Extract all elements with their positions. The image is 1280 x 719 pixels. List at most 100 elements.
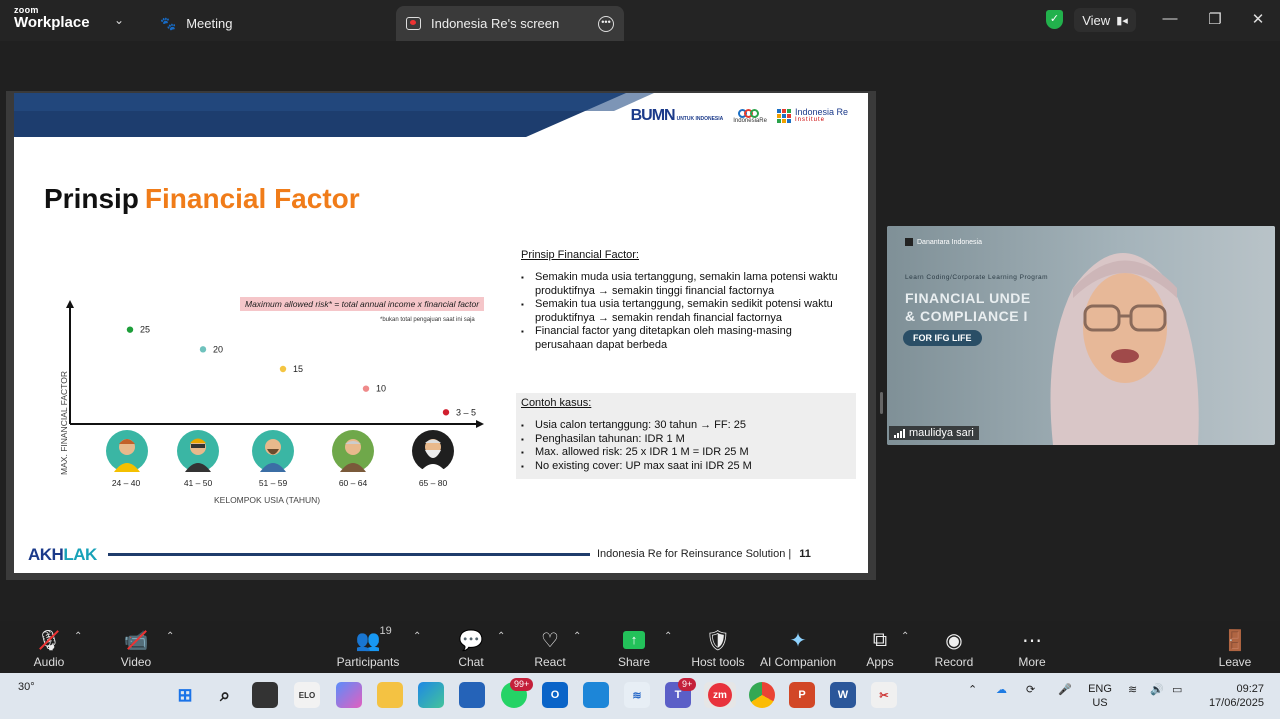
store-icon[interactable] bbox=[459, 682, 485, 708]
view-layout-icon: ▮◂ bbox=[1116, 14, 1128, 27]
wifi-icon[interactable]: ≋ bbox=[1128, 683, 1137, 696]
word-icon[interactable]: W bbox=[830, 682, 856, 708]
outlook-icon[interactable]: O bbox=[542, 682, 568, 708]
tab-shared-screen-label: Indonesia Re's screen bbox=[431, 16, 560, 31]
react-button[interactable]: ♡ React bbox=[505, 627, 595, 670]
age-label: 24 – 40 bbox=[111, 478, 141, 488]
background-title: & COMPLIANCE I bbox=[905, 308, 1028, 324]
contoh-kasus-box: Contoh kasus: Usia calon tertanggung: 30… bbox=[516, 393, 856, 479]
react-options-caret-icon[interactable]: ⌃ bbox=[573, 631, 581, 642]
chart-point bbox=[126, 326, 134, 333]
danantara-logo: Danantara Indonesia bbox=[905, 238, 982, 246]
sparkle-icon: ✦ bbox=[789, 629, 807, 652]
shield-icon: 🛡 bbox=[705, 629, 731, 652]
share-options-caret-icon[interactable]: ⌃ bbox=[664, 631, 672, 642]
security-shield-icon[interactable]: ✓ bbox=[1046, 10, 1063, 29]
chart-point-label: 3 – 5 bbox=[456, 407, 476, 417]
chevron-down-icon[interactable]: ⌄ bbox=[114, 13, 124, 27]
participant-video-tile[interactable]: Danantara Indonesia Learn Coding/Corpora… bbox=[887, 226, 1275, 445]
restore-icon[interactable]: ❐ bbox=[1205, 10, 1225, 28]
chart-point bbox=[199, 346, 207, 353]
share-screen-icon: ↑ bbox=[623, 627, 645, 653]
meeting-stage: BUMN UNTUK INDONESIA IndonesiaRe Indonesi… bbox=[0, 41, 1280, 621]
more-button[interactable]: ⋯ More bbox=[987, 627, 1077, 670]
resize-handle[interactable] bbox=[880, 392, 883, 414]
presentation-slide: BUMN UNTUK INDONESIA IndonesiaRe Indonesi… bbox=[14, 93, 868, 573]
elo-app-icon[interactable]: ELO bbox=[294, 682, 320, 708]
leave-icon: 🚪 bbox=[1222, 629, 1248, 652]
tab-shared-screen[interactable]: Indonesia Re's screen ••• bbox=[396, 6, 624, 41]
tab-meeting-label: Meeting bbox=[186, 16, 233, 31]
microphone-muted-icon: 🎙 bbox=[36, 627, 61, 653]
financial-factor-chart: 25 20 15 10 3 – 5 bbox=[66, 300, 484, 428]
signal-strength-icon bbox=[894, 428, 905, 438]
camera-off-icon: 📹 bbox=[124, 627, 149, 653]
audio-options-caret-icon[interactable]: ⌃ bbox=[74, 631, 82, 642]
age-label: 65 – 80 bbox=[418, 478, 448, 488]
prinsip-heading: Prinsip Financial Factor: bbox=[521, 249, 639, 261]
age-label: 51 – 59 bbox=[258, 478, 288, 488]
powerpoint-icon[interactable]: P bbox=[789, 682, 815, 708]
chart-point-label: 10 bbox=[376, 384, 386, 394]
shared-screen-frame: BUMN UNTUK INDONESIA IndonesiaRe Indonesi… bbox=[6, 91, 876, 580]
tray-overflow-icon[interactable]: ⌃ bbox=[968, 683, 977, 696]
microphone-tray-icon[interactable]: 🎤 bbox=[1058, 683, 1072, 696]
tool-app-icon[interactable]: ≋ bbox=[624, 682, 650, 708]
ai-companion-button[interactable]: ✦ AI Companion bbox=[753, 627, 843, 670]
background-pill: FOR IFG LIFE bbox=[903, 330, 982, 346]
file-explorer-icon[interactable] bbox=[377, 682, 403, 708]
weather-widget[interactable]: 30° bbox=[18, 681, 35, 693]
edge-browser-icon[interactable] bbox=[418, 682, 444, 708]
search-icon[interactable]: ⌕ bbox=[212, 682, 238, 708]
indonesia-re-logo: IndonesiaRe bbox=[733, 108, 767, 124]
close-icon[interactable]: ✕ bbox=[1248, 10, 1268, 28]
calendar-icon[interactable] bbox=[583, 682, 609, 708]
leave-button[interactable]: 🚪 Leave bbox=[1190, 627, 1280, 670]
snipping-tool-icon[interactable]: ✂ bbox=[871, 682, 897, 708]
battery-icon[interactable]: ▭ bbox=[1172, 683, 1182, 696]
participants-count: 19 bbox=[379, 625, 392, 637]
participant-name-tag: maulidya sari bbox=[889, 426, 979, 440]
slide-title: Prinsip Financial Factor bbox=[44, 183, 360, 214]
zoom-taskbar-button[interactable]: zm bbox=[704, 682, 736, 708]
participant-name: maulidya sari bbox=[909, 427, 974, 439]
paw-icon: 🐾 bbox=[160, 15, 177, 31]
teams-badge: 9+ bbox=[678, 678, 697, 691]
akhlak-logo: AKHLAK bbox=[28, 545, 97, 564]
list-item: Usia calon tertanggung: 30 tahun → FF: 2… bbox=[521, 419, 851, 433]
participants-button[interactable]: 👥 19 Participants bbox=[323, 625, 413, 669]
tab-meeting[interactable]: 🐾 Meeting bbox=[160, 6, 232, 41]
list-item: Financial factor yang ditetapkan oleh ma… bbox=[521, 325, 851, 352]
avatar-age-group-3 bbox=[252, 430, 294, 472]
age-label: 60 – 64 bbox=[338, 478, 368, 488]
sync-icon[interactable]: ⟳ bbox=[1026, 683, 1035, 696]
participants-icon: 👥 19 bbox=[355, 625, 392, 652]
more-options-icon[interactable]: ••• bbox=[598, 15, 614, 32]
task-view-icon[interactable] bbox=[252, 682, 278, 708]
chrome-icon[interactable] bbox=[749, 682, 775, 708]
chart-point-label: 15 bbox=[293, 364, 303, 374]
chart-point bbox=[442, 409, 450, 416]
apps-icon: ⧉ bbox=[872, 628, 888, 651]
participant-person bbox=[1050, 253, 1199, 445]
language-indicator[interactable]: ENG US bbox=[1086, 682, 1114, 710]
host-tools-button[interactable]: 🛡 Host tools bbox=[673, 627, 763, 670]
indonesia-re-institute-logo: Indonesia Re Institute bbox=[776, 108, 848, 124]
list-item: Semakin tua usia tertanggung, semakin se… bbox=[521, 298, 851, 325]
volume-icon[interactable]: 🔊 bbox=[1150, 683, 1164, 696]
y-axis-label: MAX. FINANCIAL FACTOR bbox=[59, 371, 69, 475]
onedrive-icon[interactable]: ☁ bbox=[996, 683, 1007, 696]
minimize-icon[interactable]: — bbox=[1160, 10, 1180, 27]
participants-options-caret-icon[interactable]: ⌃ bbox=[413, 631, 421, 642]
list-item: Penghasilan tahunan: IDR 1 M bbox=[521, 433, 851, 447]
more-icon: ⋯ bbox=[1022, 629, 1042, 652]
copilot-icon[interactable] bbox=[336, 682, 362, 708]
chat-icon: 💬 bbox=[458, 629, 484, 652]
system-clock[interactable]: 09:27 17/06/2025 bbox=[1198, 682, 1264, 710]
record-button[interactable]: ◉ Record bbox=[909, 627, 999, 670]
view-button[interactable]: View ▮◂ bbox=[1074, 8, 1136, 32]
windows-start-icon[interactable]: ⊞ bbox=[172, 682, 198, 708]
zoom-workplace-logo[interactable]: zoom Workplace bbox=[14, 6, 90, 31]
avatar-age-group-4 bbox=[332, 430, 374, 472]
video-options-caret-icon[interactable]: ⌃ bbox=[166, 631, 174, 642]
